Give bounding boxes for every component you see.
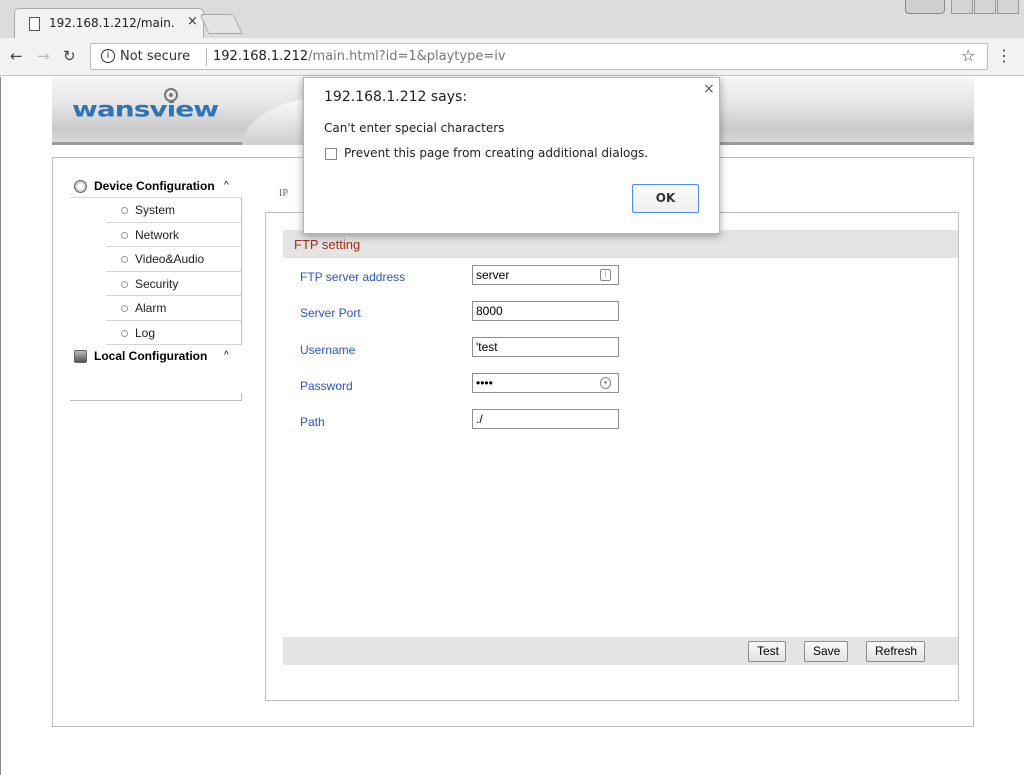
omnibox-separator [206, 48, 207, 66]
sidebar-item-alarm[interactable]: Alarm [106, 296, 242, 321]
address-bar[interactable]: i Not secure 192.168.1.212/main.html?id=… [90, 43, 988, 70]
logo-eye-icon [164, 88, 178, 102]
autofill-icon[interactable]: ⁝ [600, 269, 611, 281]
ftp-server-address-input[interactable] [472, 265, 619, 285]
bullet-icon [121, 280, 128, 288]
minimize-button[interactable] [951, 0, 973, 14]
browser-menu-icon[interactable]: ⋮ [996, 46, 1012, 65]
local-config-icon [74, 350, 87, 363]
username-input[interactable] [472, 337, 619, 357]
refresh-button[interactable]: Refresh [866, 641, 925, 662]
sidebar-group-label: Local Configuration [94, 349, 208, 363]
bullet-icon [121, 256, 128, 263]
sidebar-item-label: System [135, 203, 176, 217]
browser-tab-strip: 192.168.1.212/main. × [0, 0, 1024, 38]
alert-dialog: 192.168.1.212 says: × Can't enter specia… [303, 77, 720, 234]
password-input[interactable] [472, 373, 619, 393]
prevent-dialogs-label[interactable]: Prevent this page from creating addition… [344, 146, 648, 160]
sidebar-item-label: Video&Audio [135, 252, 205, 266]
bullet-icon [121, 207, 128, 214]
server-port-label: Server Port [300, 306, 361, 320]
sidebar-item-log[interactable]: Log [106, 320, 242, 345]
test-button[interactable]: Test [748, 641, 786, 662]
server-port-input[interactable] [472, 301, 619, 321]
page-icon [29, 17, 40, 31]
path-input[interactable] [472, 409, 619, 429]
username-label: Username [300, 343, 356, 357]
dialog-title: 192.168.1.212 says: [324, 89, 468, 105]
sidebar-item-system[interactable]: System [106, 198, 242, 223]
tab-title: 192.168.1.212/main. [49, 16, 175, 30]
new-tab-button[interactable] [199, 14, 243, 34]
bullet-icon [121, 305, 128, 312]
sidebar-group-device-configuration[interactable]: Device Configuration ^ [70, 175, 242, 197]
device-config-icon [74, 180, 87, 193]
not-secure-label[interactable]: Not secure [120, 49, 190, 64]
section-header: FTP setting [283, 230, 958, 258]
sidebar-item-label: Security [135, 276, 179, 291]
window-close-button[interactable] [997, 0, 1019, 14]
sidebar-item-label: Log [135, 325, 156, 340]
sidebar: Device Configuration ^ System Network Vi… [70, 175, 242, 401]
save-button[interactable]: Save [804, 641, 848, 662]
sidebar-item-label: Alarm [135, 301, 167, 315]
sidebar-item-security[interactable]: Security [106, 271, 242, 296]
sidebar-item-label: Network [135, 227, 180, 242]
url-text[interactable]: 192.168.1.212/main.html?id=1&playtype=iv [213, 49, 506, 64]
sidebar-group-local-configuration[interactable]: Local Configuration ^ [70, 345, 242, 367]
dialog-ok-button[interactable]: OK [632, 184, 699, 213]
prevent-dialogs-checkbox[interactable] [325, 148, 337, 160]
back-icon[interactable]: ← [10, 47, 23, 65]
dialog-message: Can't enter special characters [324, 121, 505, 135]
reload-icon[interactable]: ↻ [63, 47, 76, 65]
ftp-server-address-label: FTP server address [300, 270, 406, 284]
breadcrumb: IP [279, 188, 288, 199]
sidebar-item-network[interactable]: Network [106, 222, 242, 247]
forward-icon[interactable]: → [37, 47, 50, 65]
url-path: /main.html?id=1&playtype=iv [308, 49, 506, 64]
sidebar-border [70, 393, 242, 401]
url-host: 192.168.1.212 [213, 49, 309, 64]
bullet-icon [121, 231, 128, 239]
bookmark-star-icon[interactable]: ☆ [961, 46, 975, 65]
info-icon[interactable]: i [101, 49, 115, 63]
key-icon[interactable]: • [600, 377, 611, 389]
browser-tab[interactable]: 192.168.1.212/main. × [14, 8, 204, 38]
bullet-icon [121, 329, 128, 337]
maximize-button[interactable] [974, 0, 996, 14]
settings-panel: FTP setting FTP server address ⁝ Server … [265, 212, 959, 701]
section-title: FTP setting [294, 237, 361, 252]
content-frame: Device Configuration ^ System Network Vi… [52, 157, 974, 727]
tab-close-icon[interactable]: × [187, 14, 198, 29]
sidebar-item-video-audio[interactable]: Video&Audio [106, 247, 242, 272]
profile-button[interactable] [905, 0, 945, 14]
sidebar-group-label: Device Configuration [94, 179, 215, 193]
collapse-caret-icon[interactable]: ^ [224, 175, 229, 197]
path-label: Path [300, 415, 325, 429]
browser-toolbar: ← → ↻ i Not secure 192.168.1.212/main.ht… [0, 38, 1024, 76]
button-bar: Test Save Refresh [283, 637, 958, 665]
sidebar-items: System Network Video&Audio Security Alar… [70, 197, 242, 345]
dialog-close-icon[interactable]: × [703, 81, 715, 97]
password-label: Password [300, 379, 353, 393]
collapse-caret-icon[interactable]: ^ [224, 345, 229, 367]
wansview-logo: wansview [72, 97, 219, 122]
